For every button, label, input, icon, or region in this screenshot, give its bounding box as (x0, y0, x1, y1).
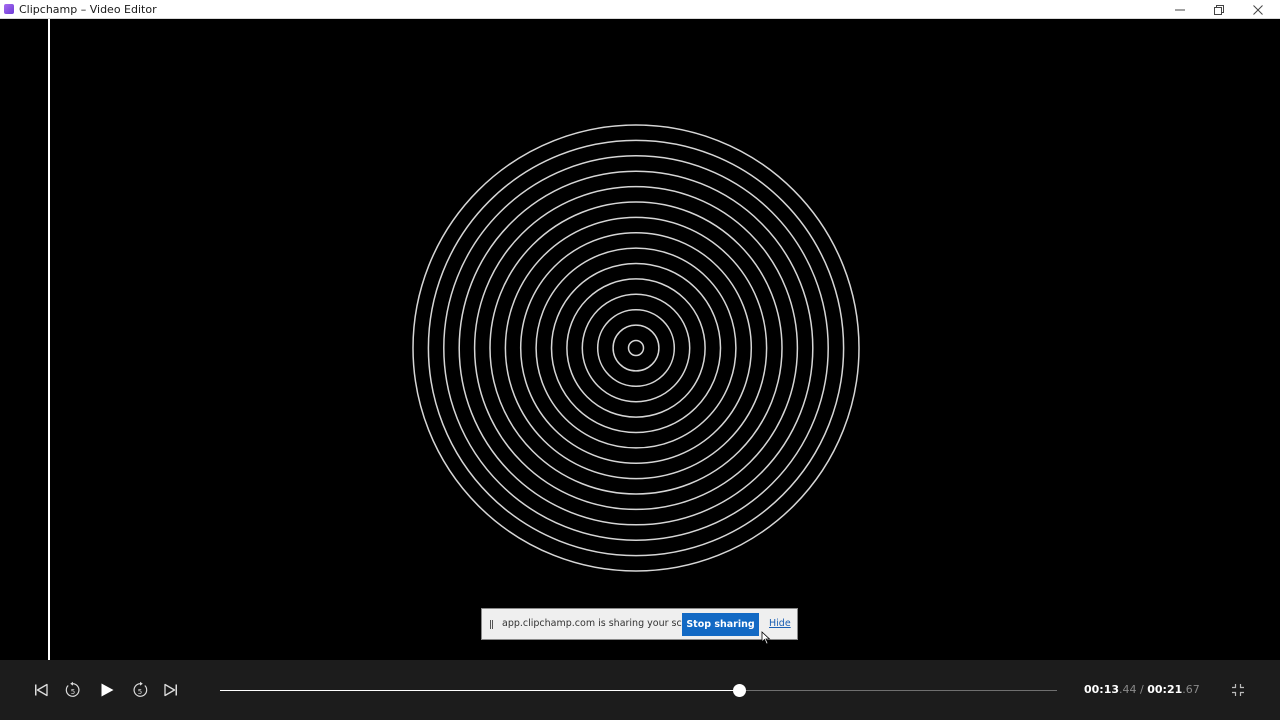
ring-circle (458, 170, 814, 526)
time-display: 00:13.44 / 00:21.67 (1084, 683, 1200, 697)
video-preview[interactable]: app.clipchamp.com is sharing your screen… (0, 19, 1280, 660)
ring-circle (473, 185, 799, 511)
rewind-seconds-label: 5 (71, 688, 75, 696)
mouse-cursor-icon (761, 631, 771, 645)
exit-fullscreen-icon (1232, 684, 1244, 696)
skip-to-end-button[interactable] (159, 678, 183, 702)
ring-circle (627, 339, 645, 357)
forward-seconds-label: 5 (138, 688, 142, 696)
player-controls: 5 5 00:13.44 / 00:21.67 (0, 660, 1280, 720)
close-icon (1253, 4, 1263, 15)
ring-circle (612, 324, 660, 372)
hide-link[interactable]: Hide (769, 618, 791, 630)
restore-button[interactable] (1199, 0, 1239, 19)
rewind-button[interactable]: 5 (61, 678, 85, 702)
time-separator: / (1140, 683, 1144, 696)
play-button[interactable] (95, 678, 119, 702)
close-button[interactable] (1238, 0, 1278, 19)
window-title-bar: Clipchamp – Video Editor (0, 0, 1280, 19)
ring-circle (489, 201, 783, 495)
drag-handle-icon[interactable] (490, 620, 494, 629)
rewind-5-icon: 5 (65, 681, 80, 697)
window-title: Clipchamp – Video Editor (19, 3, 157, 16)
skip-forward-icon (164, 683, 177, 697)
forward-5-icon: 5 (133, 681, 148, 697)
minimize-icon (1175, 9, 1185, 10)
skip-back-icon (35, 683, 48, 697)
clipchamp-app-icon (4, 4, 14, 14)
stop-sharing-button[interactable]: Stop sharing (682, 613, 759, 636)
concentric-circles (412, 124, 860, 572)
exit-fullscreen-button[interactable] (1226, 678, 1250, 702)
forward-button[interactable]: 5 (128, 678, 152, 702)
sharing-message: app.clipchamp.com is sharing your screen… (502, 618, 707, 629)
ring-circle (535, 247, 737, 449)
scrubber-thumb[interactable] (732, 684, 746, 697)
ring-circle (550, 262, 722, 434)
ring-circle (412, 124, 860, 572)
ring-circle (596, 308, 676, 388)
current-time-fraction: .44 (1119, 683, 1137, 696)
ring-circle (504, 216, 768, 480)
total-time-fraction: .67 (1182, 683, 1200, 696)
total-time: 00:21 (1147, 683, 1183, 696)
play-icon (101, 683, 114, 697)
ring-circle (519, 231, 753, 465)
ring-circle (566, 278, 706, 418)
restore-icon (1214, 4, 1224, 15)
scrubber-progress (220, 690, 739, 691)
current-time: 00:13 (1084, 683, 1120, 696)
skip-to-start-button[interactable] (29, 678, 53, 702)
ring-circle (443, 155, 829, 541)
timeline-scrubber[interactable] (220, 684, 1057, 697)
minimize-button[interactable] (1160, 0, 1200, 19)
screen-sharing-banner: app.clipchamp.com is sharing your screen… (481, 608, 798, 640)
